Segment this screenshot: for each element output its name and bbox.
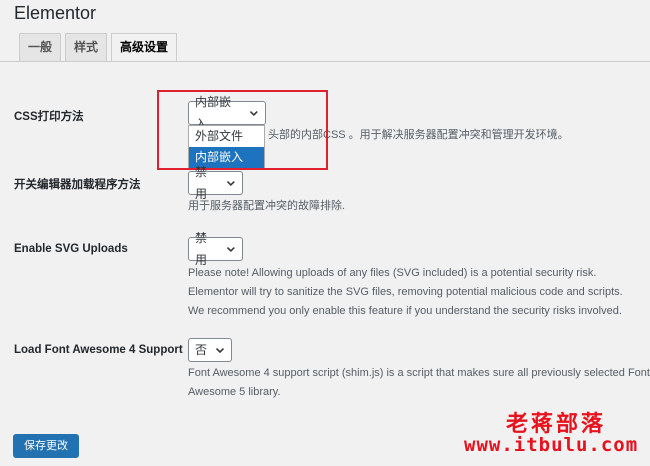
tab-style[interactable]: 样式 — [65, 33, 108, 61]
css-print-label: CSS打印方法 — [14, 111, 84, 123]
settings-tabs: 一般 样式 高级设置 — [19, 33, 178, 61]
svg-desc-line: We recommend you only enable this featur… — [188, 305, 622, 317]
svg-uploads-select[interactable]: 禁用 — [188, 231, 243, 267]
editor-loader-description: 用于服务器配置冲突的故障排除. — [188, 200, 346, 212]
font-awesome-select[interactable]: 否 — [188, 338, 232, 362]
editor-loader-label: 开关编辑器加载程序方法 — [14, 179, 141, 191]
svg-uploads-label: Enable SVG Uploads — [14, 243, 128, 255]
watermark-url: www.itbulu.com — [464, 434, 639, 456]
svg-uploads-description: Please note! Allowing uploads of any fil… — [188, 264, 623, 321]
chevron-down-icon — [227, 180, 236, 187]
fa-desc-line: Awesome 5 library. — [188, 386, 281, 398]
font-awesome-label: Load Font Awesome 4 Support — [14, 344, 183, 356]
chevron-down-icon — [227, 246, 236, 253]
font-awesome-value: 否 — [195, 343, 208, 357]
page-title: Elementor — [14, 3, 97, 23]
tab-divider — [0, 61, 650, 62]
annotation-highlight-box — [157, 90, 328, 170]
editor-loader-select[interactable]: 禁用 — [188, 165, 243, 201]
tab-general[interactable]: 一般 — [19, 33, 62, 61]
svg-desc-line: Please note! Allowing uploads of any fil… — [188, 267, 597, 279]
save-changes-button[interactable]: 保存更改 — [13, 434, 79, 458]
font-awesome-description: Font Awesome 4 support script (shim.js) … — [188, 364, 650, 402]
svg-desc-line: Elementor will try to sanitize the SVG f… — [188, 286, 623, 298]
chevron-down-icon — [215, 347, 225, 354]
fa-desc-line: Font Awesome 4 support script (shim.js) … — [188, 367, 650, 379]
tab-advanced[interactable]: 高级设置 — [111, 33, 178, 61]
